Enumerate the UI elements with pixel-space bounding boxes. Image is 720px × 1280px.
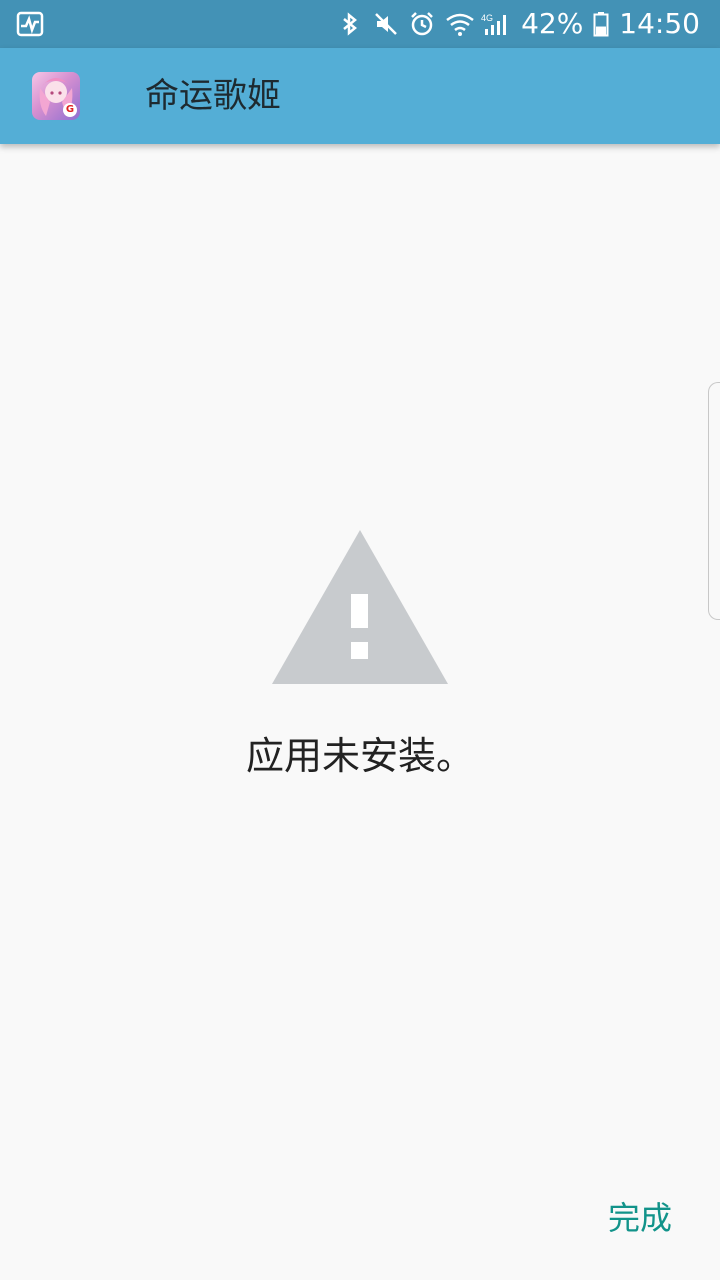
battery-icon xyxy=(593,11,609,37)
app-icon: G xyxy=(32,72,80,120)
app-icon-badge: G xyxy=(63,103,77,117)
status-time: 14:50 xyxy=(619,7,700,40)
warning-icon xyxy=(272,530,448,684)
status-bar: 4G 42% 14:50 xyxy=(0,0,720,48)
done-button[interactable]: 完成 xyxy=(608,1192,672,1244)
bluetooth-icon xyxy=(337,11,363,37)
not-installed-message: 应用未安装。 xyxy=(245,734,474,778)
signal-icon: 4G xyxy=(481,11,511,37)
app-bar: G 命运歌姬 xyxy=(0,48,720,144)
alarm-icon xyxy=(409,11,435,37)
battery-percent: 42% xyxy=(521,7,584,40)
wifi-icon xyxy=(445,11,474,37)
edge-panel-handle[interactable] xyxy=(708,382,720,620)
network-label: 4G xyxy=(481,13,493,23)
mute-icon xyxy=(373,11,399,37)
status-icons: 4G 42% 14:50 xyxy=(337,0,700,48)
page-title: 命运歌姬 xyxy=(145,76,281,116)
activity-icon xyxy=(16,10,44,38)
